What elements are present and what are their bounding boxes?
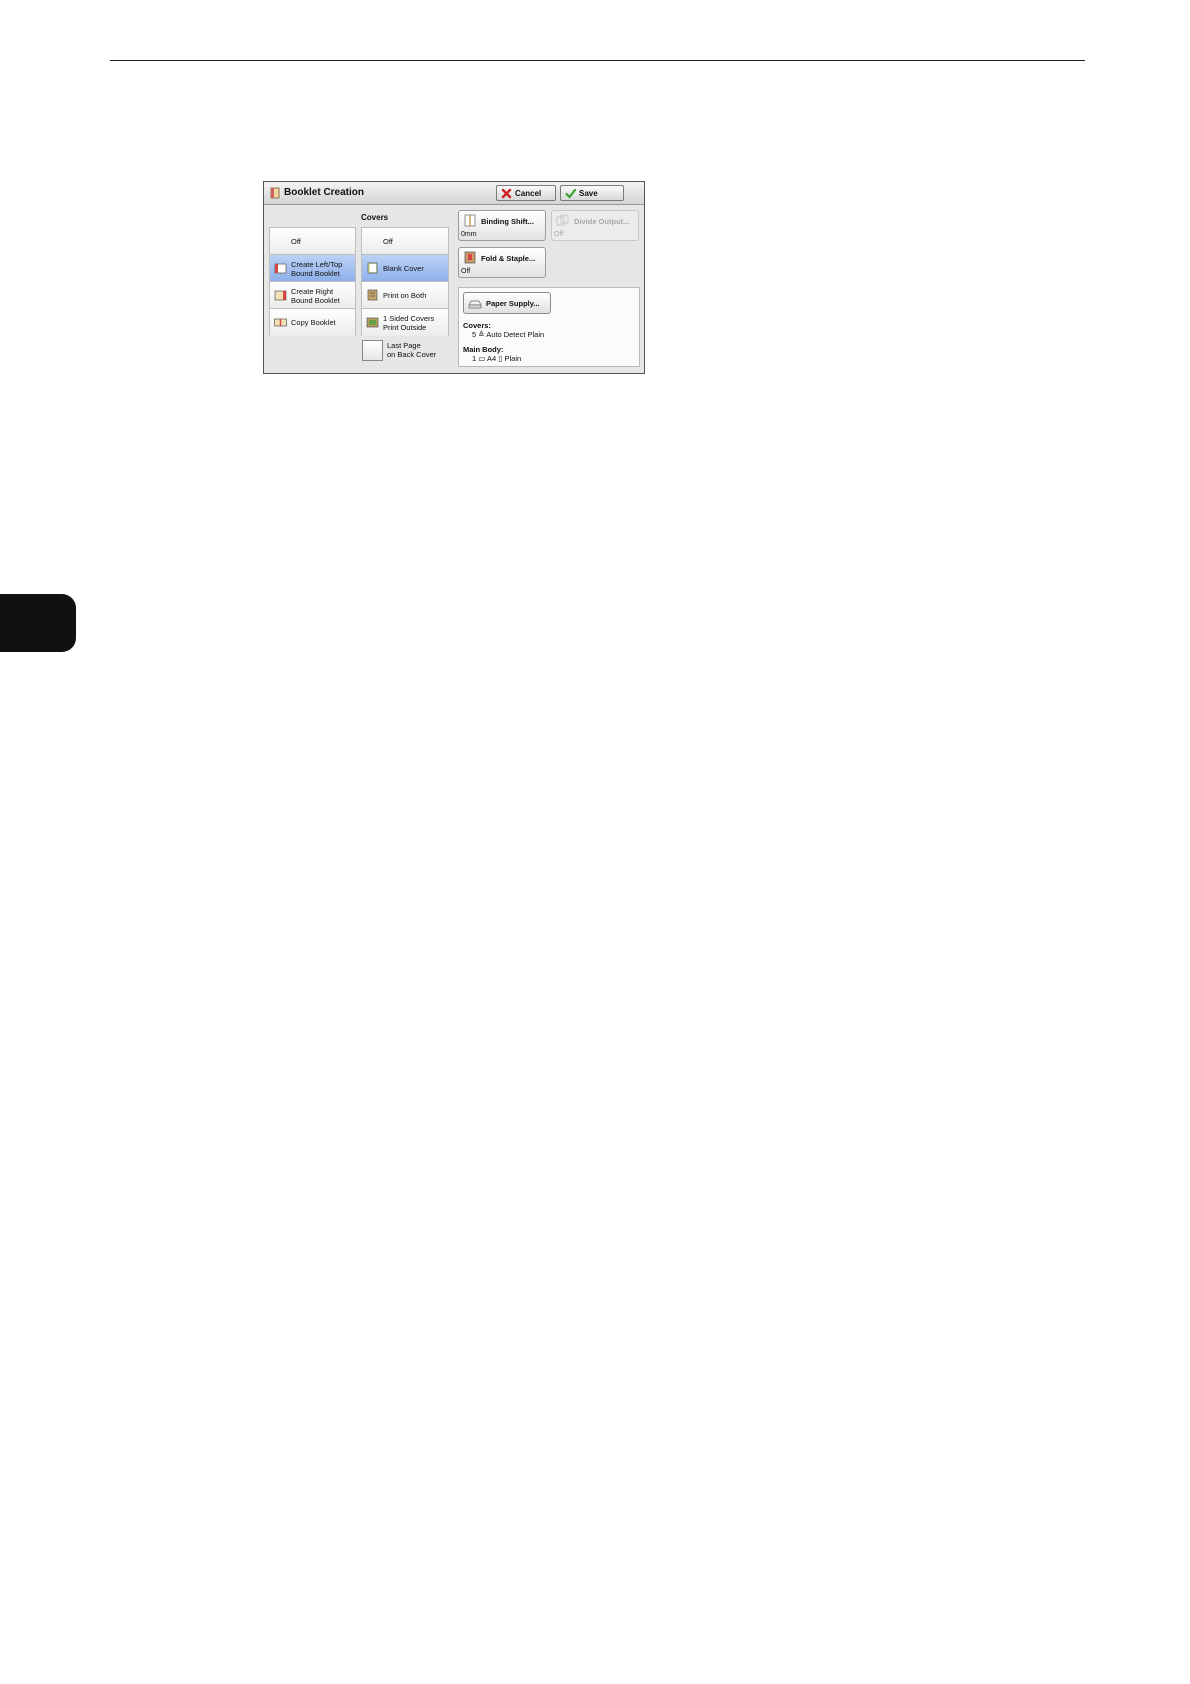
fold-staple-label: Fold & Staple...	[481, 254, 536, 263]
print-on-both-icon	[367, 289, 378, 301]
divide-output-icon	[556, 214, 569, 226]
binding-shift-icon	[464, 214, 476, 227]
save-label: Save	[579, 189, 598, 198]
booklet-type-list: Off Create Left/Top Bound Booklet Create…	[269, 227, 356, 336]
cover-option-blank-cover[interactable]: Blank Cover	[362, 255, 448, 282]
paper-tray-icon	[468, 300, 482, 309]
fold-staple-value: Off	[461, 268, 471, 275]
option-create-right-bound-booklet[interactable]: Create Right Bound Booklet	[270, 282, 355, 309]
blank-cover-icon	[367, 262, 378, 274]
covers-label: Covers	[361, 213, 389, 222]
booklet-creation-dialog: Booklet Creation Cancel Save Off Create …	[263, 181, 645, 374]
cancel-button[interactable]: Cancel	[496, 185, 556, 201]
last-page-label: Last Page on Back Cover	[387, 341, 437, 359]
last-page-on-back-cover-option[interactable]: Last Page on Back Cover	[361, 338, 449, 368]
copy-booklet-icon	[274, 318, 287, 327]
option-label: Copy Booklet	[291, 318, 336, 327]
cover-option-off[interactable]: Off	[362, 228, 448, 255]
checkmark-icon	[565, 188, 576, 199]
option-label: 1 Sided Covers Print Outside	[383, 314, 435, 332]
main-body-supply-value: 1 ▭ A4 ▯ Plain	[472, 354, 522, 363]
option-label: Blank Cover	[383, 264, 424, 273]
one-sided-cover-icon	[366, 317, 379, 328]
cancel-x-icon	[501, 188, 512, 199]
divide-output-button[interactable]: Divide Output... Off	[551, 210, 639, 241]
option-copy-booklet[interactable]: Copy Booklet	[270, 309, 355, 336]
covers-supply-value: 5 ≙ Auto Detect Plain	[472, 330, 545, 339]
fold-and-staple-button[interactable]: Fold & Staple... Off	[458, 247, 546, 278]
header-rule	[110, 60, 1085, 61]
booklet-icon	[270, 187, 280, 199]
paper-supply-label: Paper Supply...	[486, 299, 540, 308]
option-label: Off	[383, 237, 393, 246]
divide-output-label: Divide Output...	[574, 217, 630, 226]
cover-option-1-sided-covers-print-outside[interactable]: 1 Sided Covers Print Outside	[362, 309, 448, 336]
save-button[interactable]: Save	[560, 185, 624, 201]
paper-supply-panel: Paper Supply... Covers: 5 ≙ Auto Detect …	[458, 287, 640, 367]
paper-supply-button[interactable]: Paper Supply...	[463, 292, 551, 314]
right-bound-booklet-icon	[274, 290, 287, 301]
dialog-titlebar: Booklet Creation Cancel Save	[264, 182, 644, 205]
option-create-left-top-bound-booklet[interactable]: Create Left/Top Bound Booklet	[270, 255, 355, 282]
option-off[interactable]: Off	[270, 228, 355, 255]
option-label: Print on Both	[383, 291, 427, 300]
last-page-checkbox[interactable]	[362, 340, 383, 361]
cover-option-print-on-both[interactable]: Print on Both	[362, 282, 448, 309]
main-body-supply-label: Main Body:	[463, 345, 504, 354]
left-bound-booklet-icon	[274, 263, 287, 274]
fold-staple-icon	[464, 251, 476, 264]
binding-shift-value: 0mm	[461, 231, 477, 238]
divide-output-value: Off	[554, 231, 564, 238]
option-label: Off	[291, 237, 301, 246]
option-label: Create Right Bound Booklet	[291, 287, 340, 305]
binding-shift-label: Binding Shift...	[481, 217, 534, 226]
covers-list: Off Blank Cover Print on Both 1 Sided Co…	[361, 227, 449, 336]
covers-supply-label: Covers:	[463, 321, 491, 330]
option-label: Create Left/Top Bound Booklet	[291, 260, 343, 278]
cancel-label: Cancel	[515, 189, 542, 198]
chapter-side-tab	[0, 594, 76, 652]
dialog-title: Booklet Creation	[284, 187, 365, 198]
binding-shift-button[interactable]: Binding Shift... 0mm	[458, 210, 546, 241]
